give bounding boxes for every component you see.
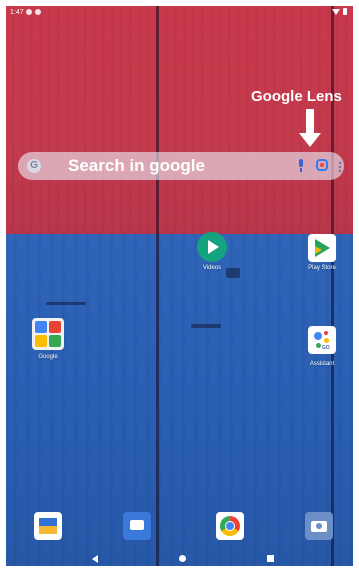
overflow-icon[interactable] (338, 160, 342, 173)
navigation-bar (6, 554, 353, 566)
app-label: Assistant (309, 361, 335, 367)
google-lens-callout: Google Lens (251, 88, 342, 105)
google-lens-icon[interactable] (316, 159, 328, 171)
home-screen: 1:47 Google Lens G Search in google Vide… (6, 6, 353, 566)
app-label: Play Store (308, 265, 336, 271)
folder-icon (32, 318, 64, 350)
wallpaper-crack (191, 324, 221, 328)
sync-icon (35, 9, 41, 15)
app-folder-google[interactable]: Google (20, 318, 76, 360)
google-search-bar[interactable]: G Search in google (18, 152, 344, 180)
assistant-icon: GO (308, 326, 336, 354)
assistant-badge: GO (322, 345, 330, 351)
app-videos[interactable]: Videos (184, 232, 240, 271)
arrow-down-icon (299, 109, 321, 149)
recents-icon[interactable] (267, 555, 274, 562)
notification-icon (26, 9, 32, 15)
wallpaper-red (6, 6, 353, 234)
chrome-icon[interactable] (216, 512, 244, 540)
status-time: 1:47 (10, 9, 24, 16)
play-icon (197, 232, 227, 262)
home-icon[interactable] (179, 555, 186, 562)
app-label: Google (38, 354, 58, 360)
messages-icon[interactable] (123, 512, 151, 540)
play-store-icon (308, 234, 336, 262)
google-g-icon[interactable]: G (27, 159, 41, 173)
app-label: Videos (202, 265, 222, 271)
wallpaper-seam (156, 6, 159, 566)
mic-icon[interactable] (298, 159, 304, 173)
battery-icon (343, 8, 347, 15)
status-bar: 1:47 (6, 6, 353, 20)
app-assistant[interactable]: GO Assistant (294, 326, 350, 367)
back-icon[interactable] (92, 555, 98, 563)
app-play-store[interactable]: Play Store (294, 234, 350, 271)
wifi-icon (332, 8, 340, 15)
gallery-icon[interactable] (34, 512, 62, 540)
camera-icon[interactable] (305, 512, 333, 540)
search-placeholder: Search in google (68, 156, 205, 175)
wallpaper-crack (46, 302, 86, 305)
